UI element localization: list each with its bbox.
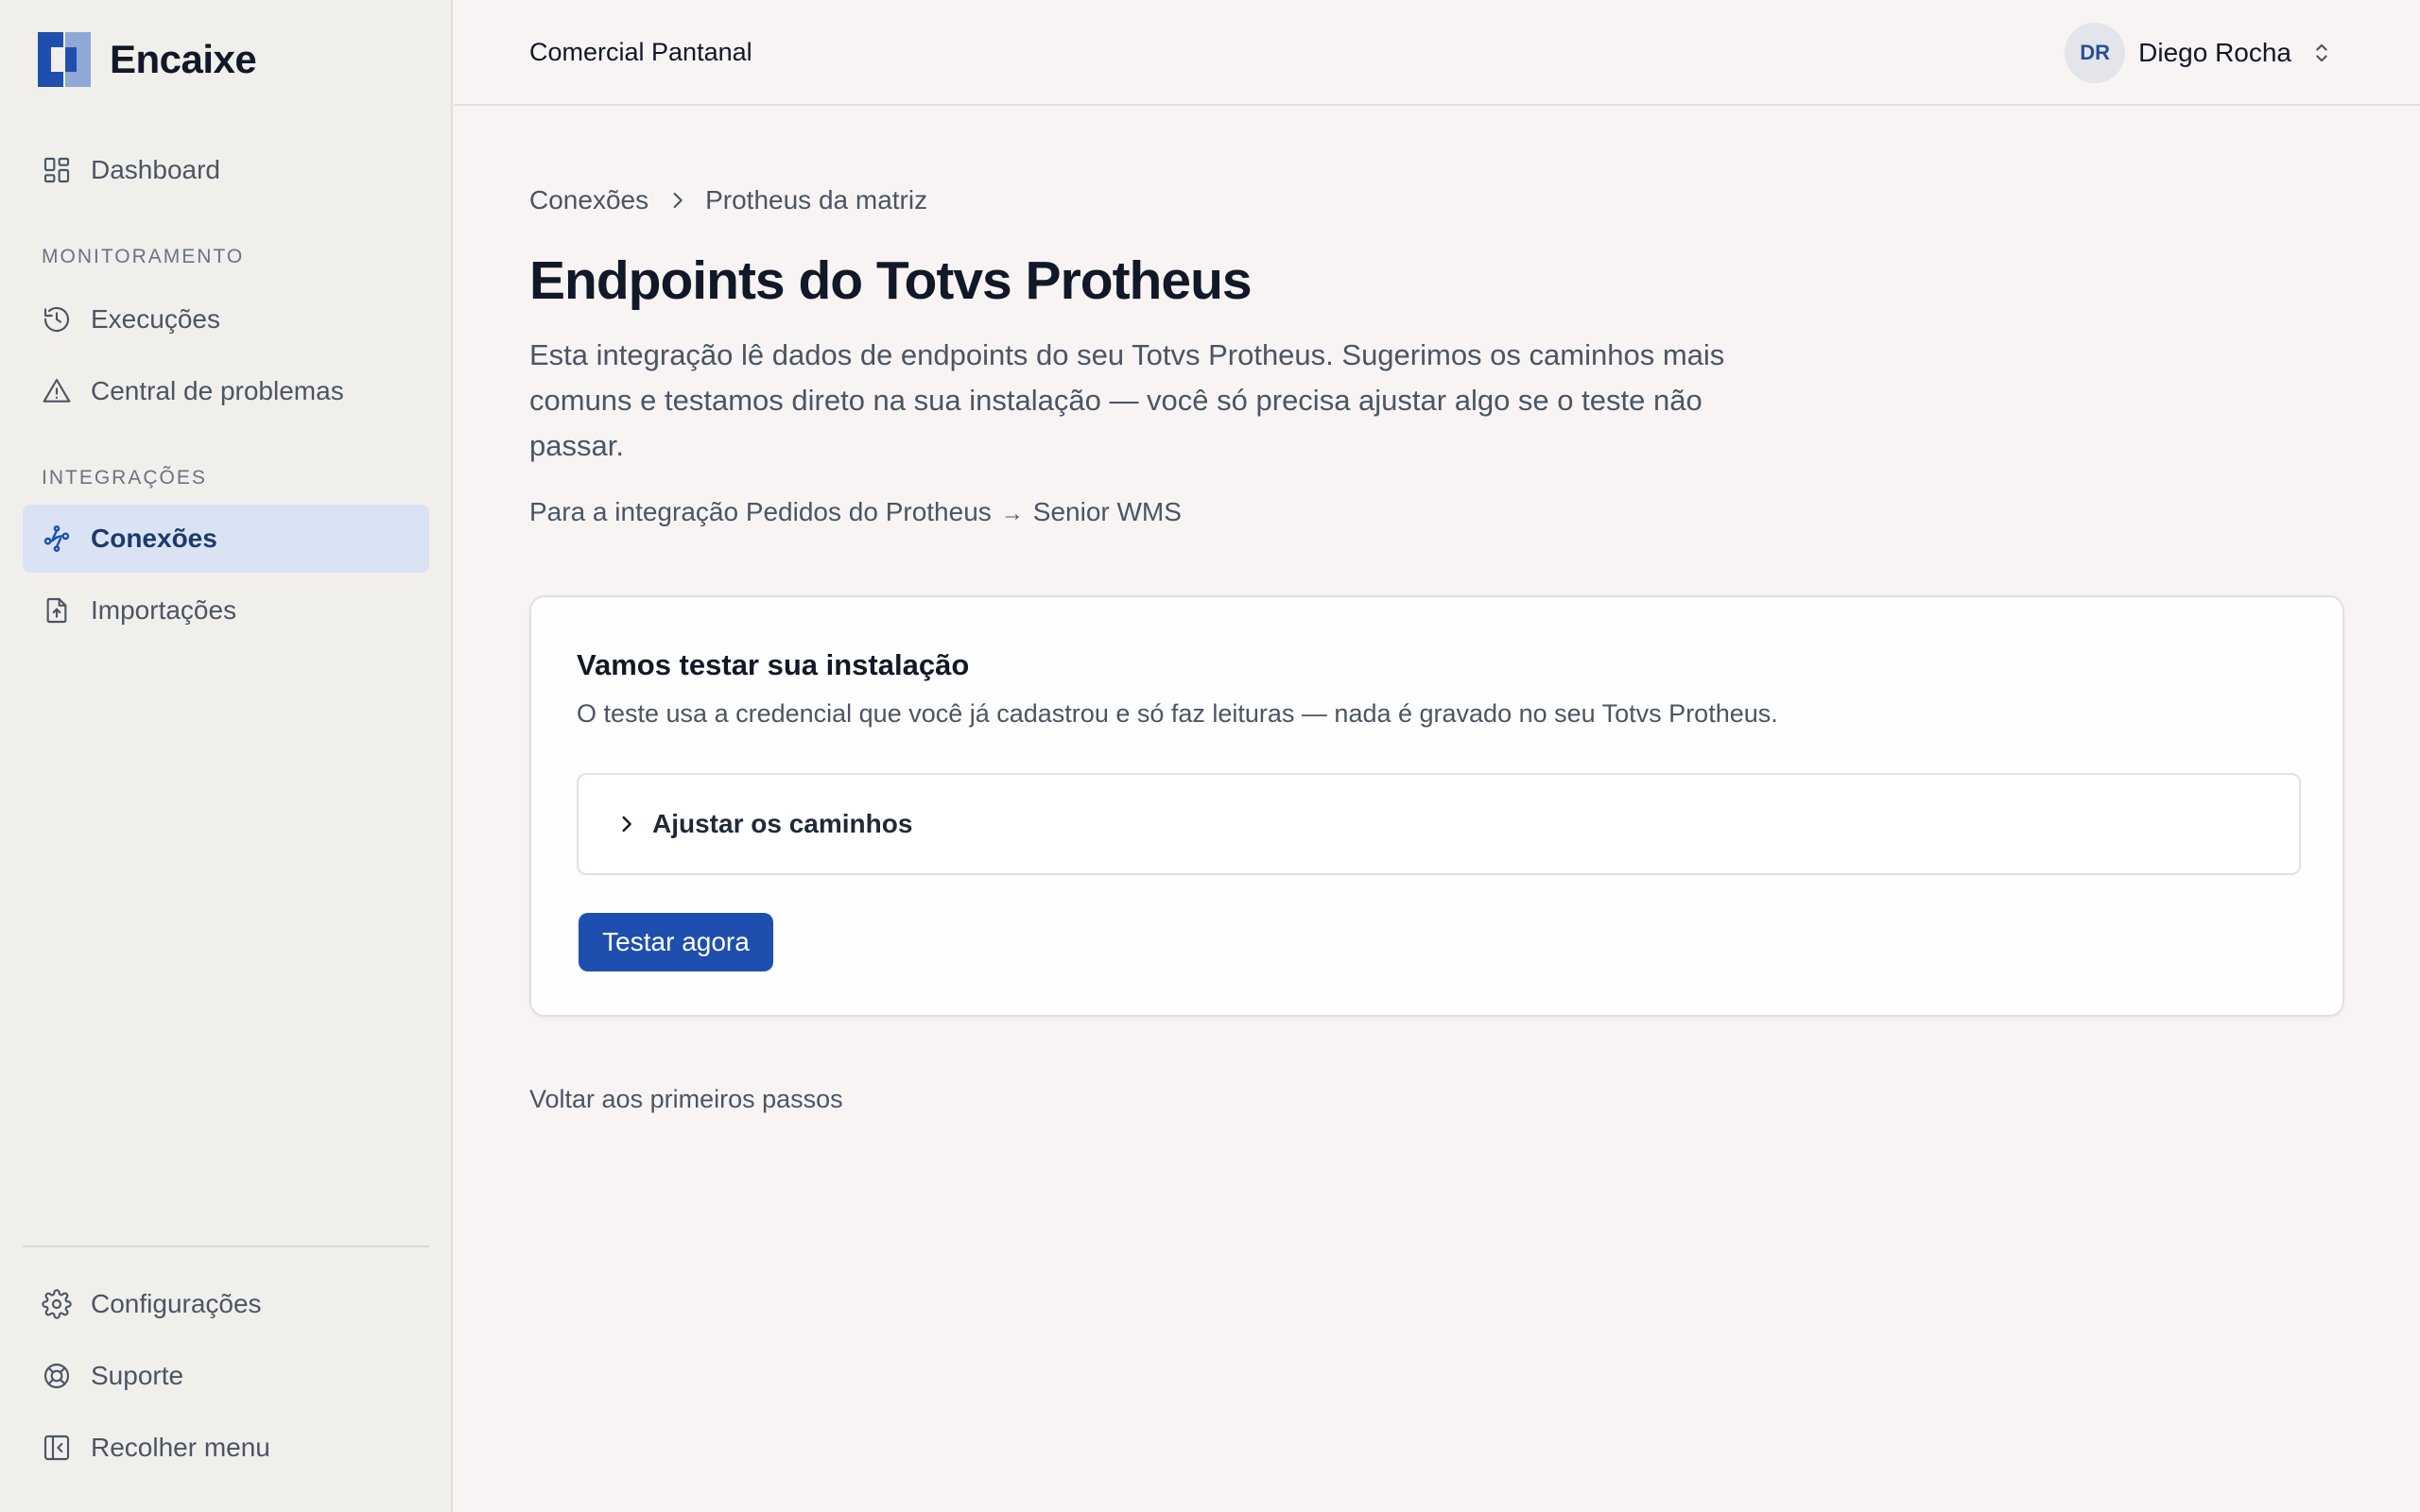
warning-icon: [42, 376, 72, 406]
card-subtitle: O teste usa a credencial que você já cad…: [577, 699, 1778, 728]
sidebar-item-label: Importações: [91, 595, 237, 625]
connections-icon: [42, 524, 72, 554]
sidebar-item-label: Configurações: [91, 1289, 262, 1318]
sidebar-item-label: Execuções: [91, 304, 220, 334]
accordion-label: Ajustar os caminhos: [652, 809, 913, 838]
chevron-right-icon: [613, 811, 639, 837]
sidebar-item-conexoes[interactable]: Conexões: [23, 505, 429, 573]
chevron-right-icon: [664, 187, 690, 214]
user-menu[interactable]: DR Diego Rocha: [2065, 23, 2335, 83]
page-description: Esta integração lê dados de endpoints do…: [529, 338, 1725, 462]
section-label-integrations: INTEGRAÇÕES: [42, 467, 207, 489]
sidebar-item-execucoes[interactable]: Execuções: [23, 285, 429, 353]
section-label-monitoring: MONITORAMENTO: [42, 246, 245, 267]
card-title: Vamos testar sua instalação: [577, 648, 970, 681]
user-name: Diego Rocha: [2138, 38, 2291, 67]
test-installation-card: Vamos testar sua instalação O teste usa …: [529, 595, 2344, 1017]
lifebuoy-icon: [42, 1361, 72, 1391]
sidebar-item-label: Central de problemas: [91, 376, 344, 405]
sidebar: Encaixe Dashboard MONITORAMENTO Execuçõe…: [0, 0, 453, 1512]
sidebar-item-label: Conexões: [91, 524, 217, 553]
sidebar-item-central-de-problemas[interactable]: Central de problemas: [23, 357, 429, 425]
breadcrumb-current: Protheus da matriz: [705, 185, 928, 215]
sidebar-item-label: Suporte: [91, 1361, 184, 1390]
sidebar-item-configuracoes[interactable]: Configurações: [23, 1270, 429, 1338]
back-to-first-steps-link[interactable]: Voltar aos primeiros passos: [529, 1085, 843, 1114]
sidebar-item-importacoes[interactable]: Importações: [23, 576, 429, 644]
integration-info: Para a integração Pedidos do Protheus → Se…: [529, 497, 1182, 527]
brand[interactable]: Encaixe: [38, 32, 257, 87]
sidebar-item-label: Dashboard: [91, 155, 220, 184]
adjust-paths-accordion[interactable]: Ajustar os caminhos: [577, 773, 2301, 875]
history-icon: [42, 304, 72, 335]
sidebar-divider: [23, 1246, 429, 1247]
brand-name: Encaixe: [110, 37, 257, 81]
top-bar: Comercial Pantanal DR Diego Rocha: [455, 0, 2420, 106]
sidebar-item-suporte[interactable]: Suporte: [23, 1342, 429, 1410]
sidebar-item-label: Recolher menu: [91, 1433, 270, 1462]
avatar: DR: [2065, 23, 2126, 83]
breadcrumb-link-conexoes[interactable]: Conexões: [529, 185, 648, 215]
company-name: Comercial Pantanal: [529, 38, 752, 66]
sidebar-item-recolher-menu[interactable]: Recolher menu: [23, 1414, 429, 1482]
collapse-sidebar-icon: [42, 1433, 72, 1463]
sidebar-item-dashboard[interactable]: Dashboard: [23, 136, 429, 204]
grid-icon: [42, 155, 72, 185]
test-now-button[interactable]: Testar agora: [579, 913, 773, 971]
integration-source: Para a integração Pedidos do Protheus: [529, 497, 992, 526]
integration-target: Senior WMS: [1032, 497, 1182, 526]
arrow-right-icon: →: [1000, 501, 1024, 526]
encaixe-logo-icon: [38, 32, 91, 87]
breadcrumb: Conexões Protheus da matriz: [529, 185, 927, 215]
page-title: Endpoints do Totvs Protheus: [529, 250, 1253, 311]
gear-icon: [42, 1289, 72, 1319]
file-upload-icon: [42, 595, 72, 626]
chevron-up-down-icon: [2308, 40, 2335, 66]
